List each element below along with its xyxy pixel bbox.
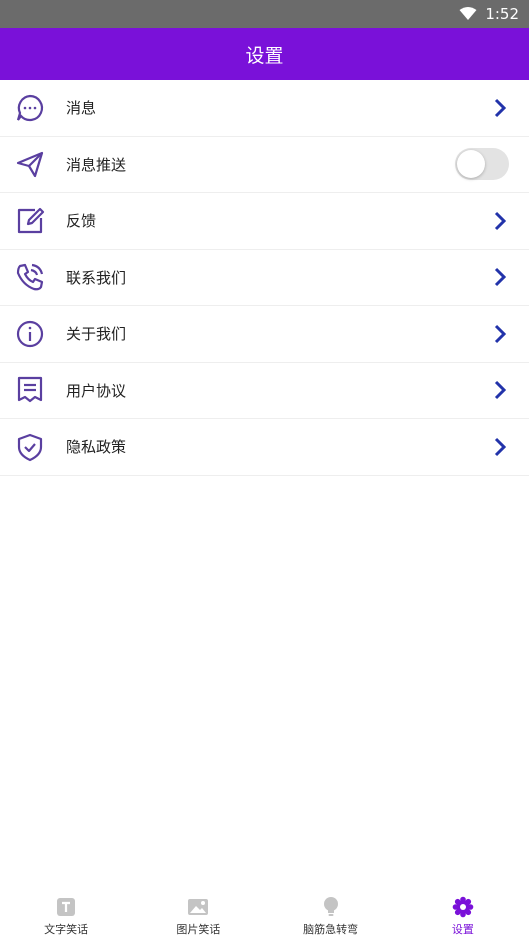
nav-label: 脑筋急转弯 — [303, 922, 359, 936]
settings-item-label: 隐私政策 — [66, 438, 127, 457]
settings-item-message[interactable]: 消息 — [0, 80, 529, 137]
settings-item-label: 消息 — [66, 99, 97, 118]
chevron-right-icon — [493, 211, 507, 231]
settings-item-label: 反馈 — [66, 212, 97, 231]
chevron-right-icon — [493, 380, 507, 400]
info-circle-icon — [14, 318, 46, 350]
message-dots-icon — [14, 92, 46, 124]
status-bar: 1:52 — [0, 0, 529, 28]
paper-plane-icon — [14, 148, 46, 180]
chevron-right-icon — [493, 324, 507, 344]
settings-item-feedback[interactable]: 反馈 — [0, 193, 529, 250]
settings-gear-icon — [452, 896, 474, 918]
settings-item-contact[interactable]: 联系我们 — [0, 250, 529, 306]
nav-image-jokes[interactable]: 图片笑话 — [132, 888, 264, 944]
page-title: 设置 — [245, 44, 284, 67]
settings-item-label: 用户协议 — [66, 381, 127, 400]
lightbulb-icon — [320, 896, 342, 918]
settings-item-push: 消息推送 — [0, 137, 529, 193]
wifi-icon — [459, 7, 477, 21]
settings-item-label: 消息推送 — [66, 155, 127, 174]
chevron-right-icon — [493, 437, 507, 457]
status-time: 1:52 — [485, 5, 519, 23]
document-icon — [14, 374, 46, 406]
text-icon — [55, 896, 77, 918]
image-icon — [187, 896, 209, 918]
phone-call-icon — [14, 261, 46, 293]
settings-list: 消息 消息推送 反馈 联系我们 关于我们 用户协议 隐私政策 — [0, 80, 529, 476]
shield-check-icon — [14, 431, 46, 463]
settings-item-label: 关于我们 — [66, 325, 127, 344]
push-toggle[interactable] — [455, 148, 509, 181]
settings-item-agreement[interactable]: 用户协议 — [0, 363, 529, 419]
chevron-right-icon — [493, 267, 507, 287]
toggle-knob — [457, 150, 485, 179]
settings-item-privacy[interactable]: 隐私政策 — [0, 419, 529, 476]
nav-label: 文字笑话 — [44, 922, 89, 936]
bottom-nav: 文字笑话 图片笑话 脑筋急转弯 设置 — [0, 888, 529, 944]
edit-note-icon — [14, 205, 46, 237]
nav-text-jokes[interactable]: 文字笑话 — [0, 888, 132, 944]
app-bar: 设置 — [0, 28, 529, 80]
settings-item-label: 联系我们 — [66, 268, 127, 287]
nav-label: 图片笑话 — [176, 922, 221, 936]
nav-label: 设置 — [451, 922, 474, 936]
settings-item-about[interactable]: 关于我们 — [0, 306, 529, 363]
nav-brain-teasers[interactable]: 脑筋急转弯 — [265, 888, 397, 944]
nav-settings[interactable]: 设置 — [397, 888, 529, 944]
chevron-right-icon — [493, 98, 507, 118]
